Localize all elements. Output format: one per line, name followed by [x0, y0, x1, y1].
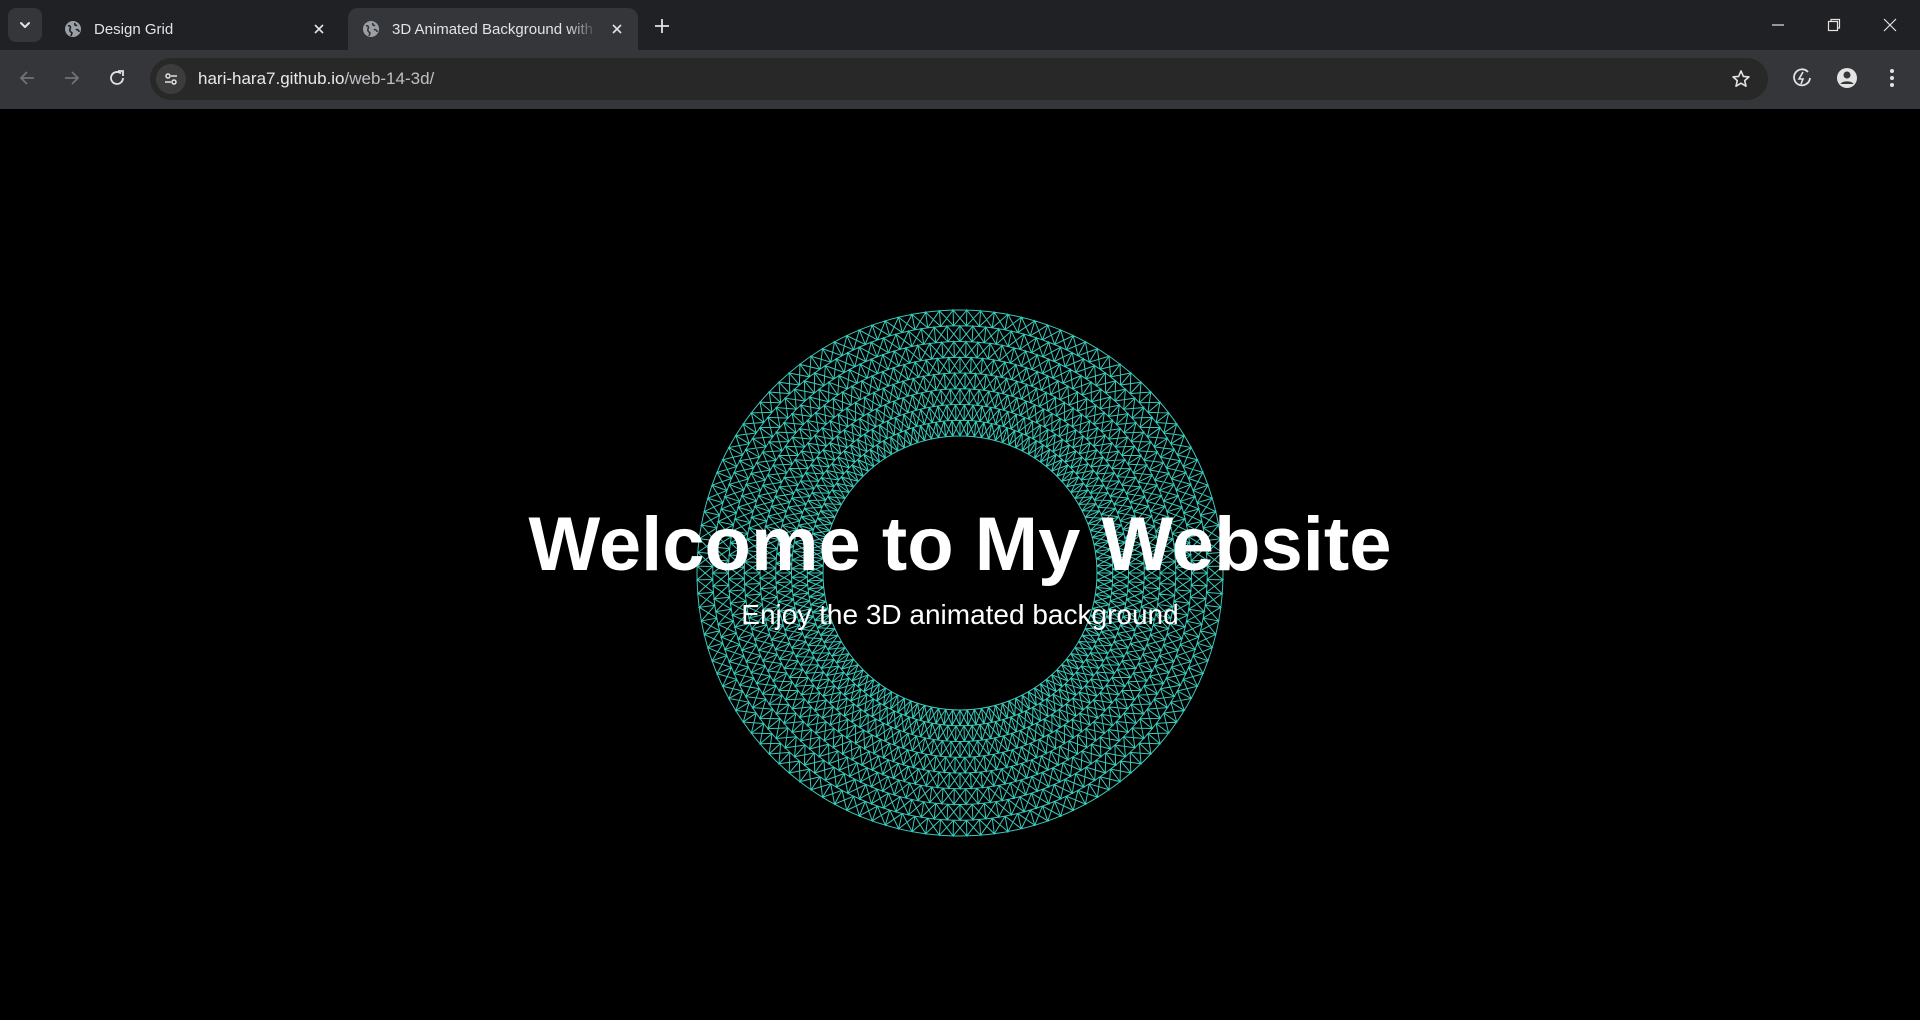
- profile-icon: [1837, 68, 1857, 88]
- forward-arrow-icon: [65, 71, 80, 85]
- minimize-icon: [1772, 24, 1784, 26]
- tab-3d-animated-background[interactable]: 3D Animated Background with Three.js: [348, 8, 638, 50]
- globe-icon: [64, 20, 82, 38]
- menu-button[interactable]: [1874, 60, 1910, 96]
- reload-button[interactable]: [99, 60, 135, 96]
- address-bar[interactable]: hari-hara7.github.io/web-14-3d/: [150, 58, 1768, 100]
- tab-search-button[interactable]: [8, 8, 42, 42]
- reload-icon: [110, 70, 124, 85]
- tab-design-grid[interactable]: Design Grid: [50, 8, 340, 50]
- toolbar: hari-hara7.github.io/web-14-3d/: [0, 50, 1920, 109]
- tab-title: 3D Animated Background with Three.js: [392, 20, 598, 38]
- star-icon: [1732, 70, 1750, 87]
- plus-icon: [655, 19, 669, 33]
- minimize-button[interactable]: [1750, 0, 1806, 50]
- new-tab-button[interactable]: [648, 12, 676, 40]
- close-icon[interactable]: [606, 18, 628, 40]
- url-path: /web-14-3d/: [344, 69, 435, 88]
- close-icon[interactable]: [308, 18, 330, 40]
- site-info-button[interactable]: [156, 64, 186, 94]
- page-title: Welcome to My Website: [528, 502, 1392, 587]
- window-close-icon: [1883, 18, 1897, 32]
- back-button[interactable]: [9, 60, 45, 96]
- url-host: hari-hara7.github.io: [198, 69, 345, 88]
- tab-strip: Design Grid 3D Animated Background with …: [0, 0, 1920, 50]
- forward-button[interactable]: [54, 60, 90, 96]
- browser-chrome: Design Grid 3D Animated Background with …: [0, 0, 1920, 109]
- restore-icon: [1827, 18, 1841, 32]
- performance-icon: [1793, 68, 1811, 87]
- page-viewport: Welcome to My Website Enjoy the 3D anima…: [0, 109, 1920, 1020]
- url-text[interactable]: hari-hara7.github.io/web-14-3d/: [198, 69, 434, 89]
- bookmark-button[interactable]: [1728, 66, 1754, 92]
- page-subtitle: Enjoy the 3D animated background: [741, 599, 1179, 630]
- back-arrow-icon: [19, 71, 34, 85]
- restore-button[interactable]: [1806, 0, 1862, 50]
- tab-search-icon: [20, 22, 30, 28]
- more-vert-icon: [1890, 69, 1894, 87]
- performance-button[interactable]: [1784, 60, 1820, 96]
- profile-button[interactable]: [1829, 60, 1865, 96]
- site-info-icon: [165, 73, 177, 85]
- globe-icon: [362, 20, 380, 38]
- tab-title: Design Grid: [94, 20, 174, 38]
- window-close-button[interactable]: [1862, 0, 1918, 50]
